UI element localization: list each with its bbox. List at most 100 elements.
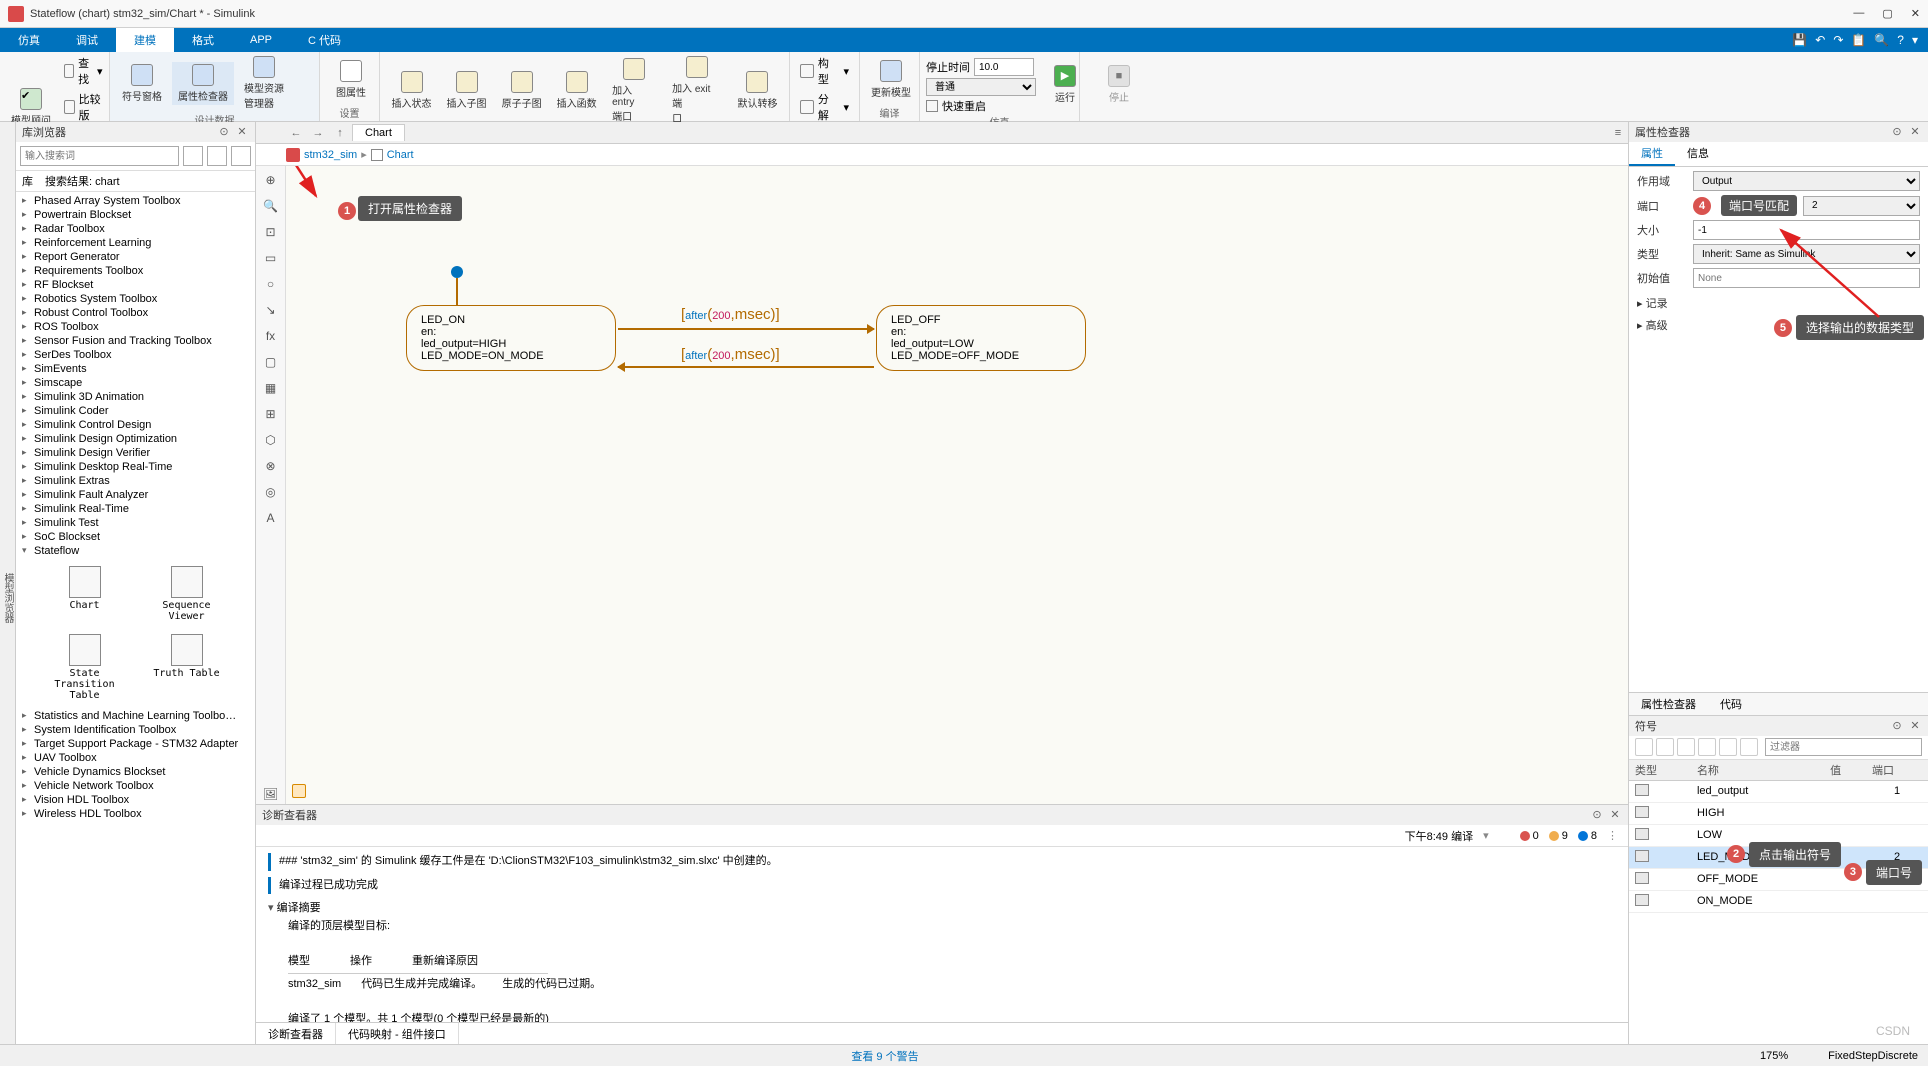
- port-select[interactable]: 2: [1803, 196, 1920, 216]
- tool-func-icon[interactable]: fx: [261, 326, 281, 346]
- lib-item[interactable]: System Identification Toolbox: [16, 723, 255, 737]
- prop-inspector-button[interactable]: 属性检查器: [172, 62, 234, 105]
- entry-port-button[interactable]: 加入 entry 端口: [606, 56, 662, 125]
- run-button[interactable]: ▶运行: [1040, 63, 1090, 106]
- lib-item[interactable]: Simscape: [16, 376, 255, 390]
- status-messages[interactable]: 查看 9 个警告: [851, 1051, 918, 1063]
- sym-tab-code[interactable]: 代码: [1708, 693, 1754, 715]
- trans-2[interactable]: [618, 366, 874, 368]
- sym-close-icon[interactable]: ✕: [1908, 719, 1922, 733]
- prop-log-section[interactable]: 记录: [1637, 292, 1920, 314]
- tab-app[interactable]: APP: [232, 28, 290, 52]
- lib-item[interactable]: Simulink Coder: [16, 404, 255, 418]
- lib-pin-icon[interactable]: ⊙: [217, 125, 231, 139]
- compose-button[interactable]: 构型▾: [796, 54, 853, 88]
- tool-target-icon[interactable]: ◎: [261, 482, 281, 502]
- chart-prop-button[interactable]: 图属性: [326, 58, 376, 101]
- trans-1[interactable]: [618, 328, 874, 330]
- prop-tab-prop[interactable]: 属性: [1629, 142, 1675, 166]
- sym-col-type[interactable]: 类型: [1629, 760, 1691, 781]
- search-go-icon[interactable]: [183, 146, 203, 166]
- redo-icon[interactable]: ↷: [1833, 33, 1843, 47]
- stoptime-input[interactable]: [974, 58, 1034, 76]
- sym-tab-prop[interactable]: 属性检查器: [1629, 693, 1708, 715]
- fast-restart[interactable]: 快速重启: [942, 98, 986, 114]
- sym-row[interactable]: HIGH: [1629, 802, 1928, 824]
- prop-close-icon[interactable]: ✕: [1908, 125, 1922, 139]
- tool-box-icon[interactable]: ▢: [261, 352, 281, 372]
- sym-col-name[interactable]: 名称: [1691, 760, 1824, 781]
- lib-item[interactable]: Statistics and Machine Learning Toolbo…: [16, 709, 255, 723]
- lib-item[interactable]: ROS Toolbox: [16, 320, 255, 334]
- lib-item[interactable]: Simulink Design Optimization: [16, 432, 255, 446]
- lib-label[interactable]: 库: [22, 173, 33, 189]
- lib-item[interactable]: Stateflow: [16, 544, 255, 558]
- breadcrumb-chart[interactable]: Chart: [387, 149, 414, 161]
- lib-item[interactable]: Simulink Desktop Real-Time: [16, 460, 255, 474]
- undo-icon[interactable]: ↶: [1815, 33, 1825, 47]
- lib-item[interactable]: Sensor Fusion and Tracking Toolbox: [16, 334, 255, 348]
- prop-pin-icon[interactable]: ⊙: [1890, 125, 1904, 139]
- sym-filter-input[interactable]: [1765, 738, 1922, 756]
- lib-tree[interactable]: Phased Array System ToolboxPowertrain Bl…: [16, 192, 255, 1044]
- state-led-off[interactable]: LED_OFF en: led_output=LOW LED_MODE=OFF_…: [876, 305, 1086, 371]
- sym-tb5-icon[interactable]: [1719, 738, 1737, 756]
- sym-tb6-icon[interactable]: [1740, 738, 1758, 756]
- lib-block[interactable]: State Transition Table: [40, 634, 130, 701]
- lib-item[interactable]: Powertrain Blockset: [16, 208, 255, 222]
- lib-block[interactable]: Truth Table: [142, 634, 232, 701]
- diag-pin-icon[interactable]: ⊙: [1590, 808, 1604, 822]
- lib-item[interactable]: UAV Toolbox: [16, 751, 255, 765]
- lib-item[interactable]: Simulink Design Verifier: [16, 446, 255, 460]
- stop-button[interactable]: ■停止: [1094, 63, 1144, 106]
- lib-item[interactable]: Requirements Toolbox: [16, 264, 255, 278]
- lib-block[interactable]: Sequence Viewer: [142, 566, 232, 622]
- compare-button[interactable]: 比较版: [60, 90, 107, 124]
- tool-review-icon[interactable]: ⊗: [261, 456, 281, 476]
- lib-view2-icon[interactable]: [231, 146, 251, 166]
- nav-up-icon[interactable]: ↑: [330, 124, 350, 142]
- atomic-subchart-button[interactable]: 原子子图: [496, 69, 547, 112]
- prop-tab-info[interactable]: 信息: [1675, 142, 1721, 166]
- lib-block[interactable]: Chart: [40, 566, 130, 622]
- diag-tab-codemap[interactable]: 代码映射 - 组件接口: [336, 1023, 459, 1045]
- diag-menu-icon[interactable]: ⋮: [1607, 829, 1618, 842]
- sym-tb4-icon[interactable]: [1698, 738, 1716, 756]
- sym-row[interactable]: ON_MODE: [1629, 890, 1928, 912]
- tool-junction-icon[interactable]: ○: [261, 274, 281, 294]
- lib-item[interactable]: Simulink 3D Animation: [16, 390, 255, 404]
- lib-view1-icon[interactable]: [207, 146, 227, 166]
- lib-item[interactable]: Report Generator: [16, 250, 255, 264]
- size-input[interactable]: [1693, 220, 1920, 240]
- qat-dropdown-icon[interactable]: ▾: [1912, 33, 1918, 47]
- diag-errors[interactable]: 0: [1520, 830, 1539, 842]
- symbols-pane-button[interactable]: 符号窗格: [116, 62, 168, 105]
- decompose-button[interactable]: 分解▾: [796, 90, 853, 124]
- tool-explore-icon[interactable]: ⊕: [261, 170, 281, 190]
- insert-subchart-button[interactable]: 插入子图: [441, 69, 492, 112]
- lib-item[interactable]: Vision HDL Toolbox: [16, 793, 255, 807]
- lib-item[interactable]: Simulink Fault Analyzer: [16, 488, 255, 502]
- lib-item[interactable]: Vehicle Network Toolbox: [16, 779, 255, 793]
- tool-zoom-icon[interactable]: 🔍: [261, 196, 281, 216]
- lib-close-icon[interactable]: ✕: [235, 125, 249, 139]
- tool-annot-icon[interactable]: A: [261, 508, 281, 528]
- sym-table[interactable]: 类型 名称 值 端口 led_output1HIGHLOWLED_MODE2OF…: [1629, 760, 1928, 1045]
- exit-port-button[interactable]: 加入 exit 端 口: [666, 54, 728, 127]
- minimize-button[interactable]: —: [1853, 7, 1864, 20]
- lib-item[interactable]: Simulink Test: [16, 516, 255, 530]
- update-model-button[interactable]: 更新模型: [866, 58, 916, 101]
- tool-image-icon[interactable]: 🖼: [261, 784, 281, 804]
- scope-select[interactable]: Output: [1693, 171, 1920, 191]
- status-zoom[interactable]: 175%: [1760, 1050, 1788, 1062]
- sym-tb1-icon[interactable]: [1635, 738, 1653, 756]
- sym-row[interactable]: led_output1: [1629, 780, 1928, 802]
- tab-sim[interactable]: 仿真: [0, 28, 58, 52]
- tab-ccode[interactable]: C 代码: [290, 28, 359, 52]
- resource-mgr-button[interactable]: 模型资源 管理器: [238, 54, 290, 112]
- tab-format[interactable]: 格式: [174, 28, 232, 52]
- lib-item[interactable]: Phased Array System Toolbox: [16, 194, 255, 208]
- tool-fit-icon[interactable]: ⊡: [261, 222, 281, 242]
- init-transition[interactable]: [456, 278, 458, 305]
- diag-warns[interactable]: 9: [1549, 830, 1568, 842]
